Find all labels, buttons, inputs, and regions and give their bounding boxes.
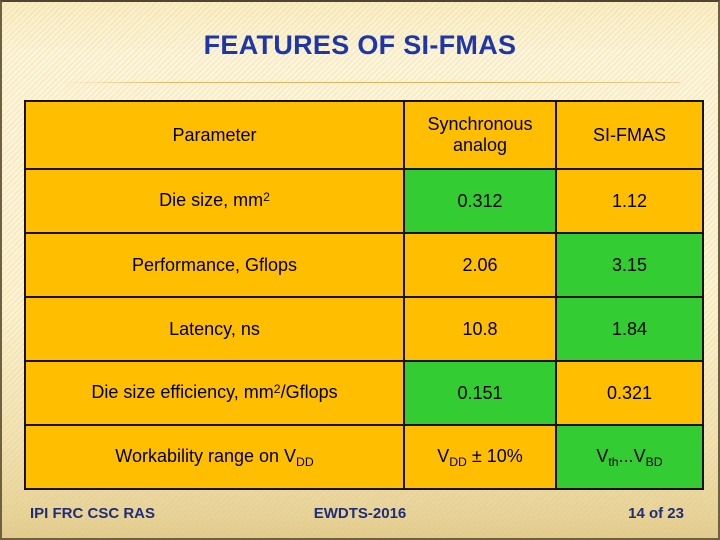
column-header-synchronous-analog: Synchronous analog [403,100,557,170]
cell-sifmas-die-size: 1.12 [555,168,704,234]
table-row: Performance, Gflops 2.06 3.15 [24,232,704,298]
cell-sync-latency: 10.8 [403,296,557,362]
footer-page-number: 14 of 23 [628,505,684,522]
sync-value-tail: ± 10% [466,446,523,466]
column-header-line2: analog [452,135,508,155]
parameter-text: Workability range on V [115,446,297,466]
sifmas-value-subscript-1: th [608,454,619,469]
page-title: FEATURES OF SI-FMAS [203,30,517,60]
cell-parameter-workability-range: Workability range on VDD [24,424,405,490]
parameter-text: Die size, mm [159,190,264,210]
cell-sifmas-performance: 3.15 [555,232,704,298]
column-header-line1: Synchronous [427,114,533,134]
table-header-row: Parameter Synchronous analog SI-FMAS [24,100,704,170]
sifmas-value-subscript-2: BD [645,454,663,469]
sync-value-text: V [437,446,450,466]
table-row: Workability range on VDD VDD ± 10% Vth..… [24,424,704,490]
features-comparison-table: Parameter Synchronous analog SI-FMAS Die… [24,100,704,490]
cell-sifmas-workability-range: Vth...VBD [555,424,704,490]
cell-sifmas-die-size-efficiency: 0.321 [555,360,704,426]
column-header-si-fmas: SI-FMAS [555,100,704,170]
parameter-text-tail: /Gflops [280,382,338,402]
sifmas-value-text: V [596,446,609,466]
cell-sifmas-latency: 1.84 [555,296,704,362]
cell-sync-workability-range: VDD ± 10% [403,424,557,490]
cell-parameter-die-size: Die size, mm2 [24,168,405,234]
cell-parameter-latency: Latency, ns [24,296,405,362]
table-row: Die size, mm2 0.312 1.12 [24,168,704,234]
parameter-text: Die size efficiency, mm [91,382,274,402]
table-row: Die size efficiency, mm2/Gflops 0.151 0.… [24,360,704,426]
sifmas-value-mid: ...V [618,446,646,466]
slide-canvas: FEATURES OF SI-FMAS Parameter Synchronou… [0,0,720,540]
slide-footer: IPI FRC CSC RAS EWDTS-2016 14 of 23 [0,505,720,529]
footer-conference: EWDTS-2016 [313,505,407,522]
parameter-superscript: 2 [273,381,281,396]
cell-sync-die-size: 0.312 [403,168,557,234]
cell-parameter-performance: Performance, Gflops [24,232,405,298]
title-divider [60,82,680,83]
parameter-subscript: DD [296,454,314,469]
column-header-parameter: Parameter [24,100,405,170]
table-row: Latency, ns 10.8 1.84 [24,296,704,362]
cell-parameter-die-size-efficiency: Die size efficiency, mm2/Gflops [24,360,405,426]
cell-sync-performance: 2.06 [403,232,557,298]
sync-value-subscript: DD [449,454,467,469]
cell-sync-die-size-efficiency: 0.151 [403,360,557,426]
parameter-superscript: 2 [263,189,270,204]
